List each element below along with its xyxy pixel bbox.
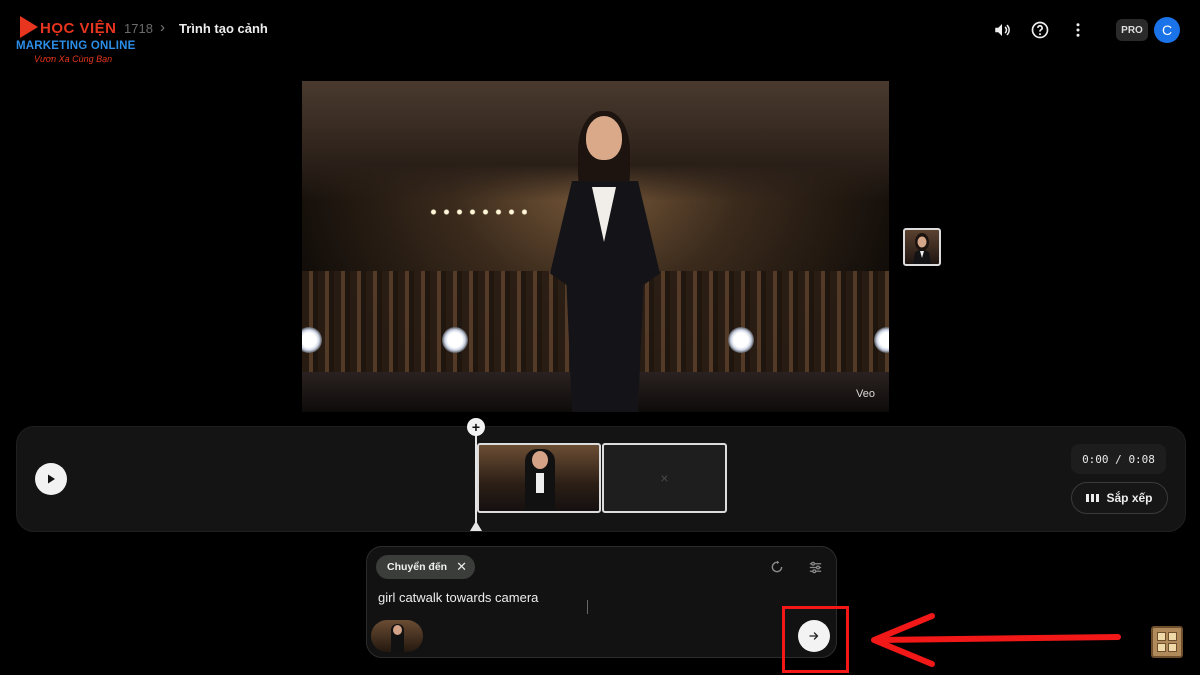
preview-lights	[427, 209, 527, 215]
mode-chip[interactable]: Chuyển đến ✕	[376, 555, 475, 579]
logo-play-icon	[20, 16, 38, 38]
timeline-clip[interactable]	[477, 443, 601, 513]
stage-spotlight	[442, 327, 468, 353]
preview-presenter	[542, 111, 667, 412]
time-sep: /	[1108, 452, 1129, 466]
logo-line3: Vươn Xa Cùng Bạn	[34, 54, 113, 64]
close-icon[interactable]: ✕	[456, 559, 467, 575]
video-preview[interactable]: Veo	[302, 81, 889, 412]
brand-logo: HỌC VIỆN MARKETING ONLINE Vươn Xa Cùng B…	[14, 14, 136, 66]
timeline-clip-empty[interactable]: ×	[602, 443, 727, 513]
avatar[interactable]: C	[1154, 17, 1180, 43]
arrange-button[interactable]: Sắp xếp	[1071, 482, 1168, 514]
play-button[interactable]	[35, 463, 67, 495]
more-vert-icon[interactable]	[1067, 19, 1089, 41]
reset-icon[interactable]	[768, 558, 786, 576]
prompt-reference-thumbnail[interactable]	[371, 620, 423, 652]
arrange-label: Sắp xếp	[1106, 491, 1153, 505]
breadcrumb-project-id[interactable]: 1718	[124, 21, 153, 36]
mode-chip-label: Chuyển đến	[387, 561, 448, 573]
time-total: 0:08	[1128, 452, 1155, 466]
playhead-handle[interactable]	[470, 521, 482, 531]
help-icon[interactable]	[1029, 19, 1051, 41]
frame-thumbnail[interactable]	[903, 228, 941, 266]
time-display: 0:00 / 0:08	[1071, 444, 1166, 474]
timeline-panel	[16, 426, 1186, 532]
time-current: 0:00	[1082, 452, 1109, 466]
chevron-right-icon: ›	[160, 19, 165, 36]
annotation-arrow-icon	[871, 613, 1121, 667]
volume-icon[interactable]	[991, 19, 1013, 41]
veo-watermark: Veo	[856, 388, 875, 400]
corner-app-icon	[1151, 626, 1183, 658]
logo-line1: HỌC VIỆN	[40, 20, 117, 37]
pro-badge: PRO	[1116, 19, 1148, 41]
stage-spotlight	[728, 327, 754, 353]
logo-line2: MARKETING ONLINE	[16, 40, 136, 52]
play-icon	[48, 474, 55, 484]
arrange-icon	[1086, 494, 1100, 502]
playhead[interactable]	[475, 434, 477, 524]
empty-clip-mark: ×	[660, 470, 669, 486]
settings-sliders-icon[interactable]	[806, 558, 824, 576]
annotation-highlight-box	[782, 606, 849, 673]
page-title: Trình tạo cảnh	[179, 21, 268, 36]
text-cursor	[587, 600, 588, 614]
prompt-input[interactable]: girl catwalk towards camera	[378, 590, 538, 605]
add-clip-button[interactable]: +	[467, 418, 485, 436]
